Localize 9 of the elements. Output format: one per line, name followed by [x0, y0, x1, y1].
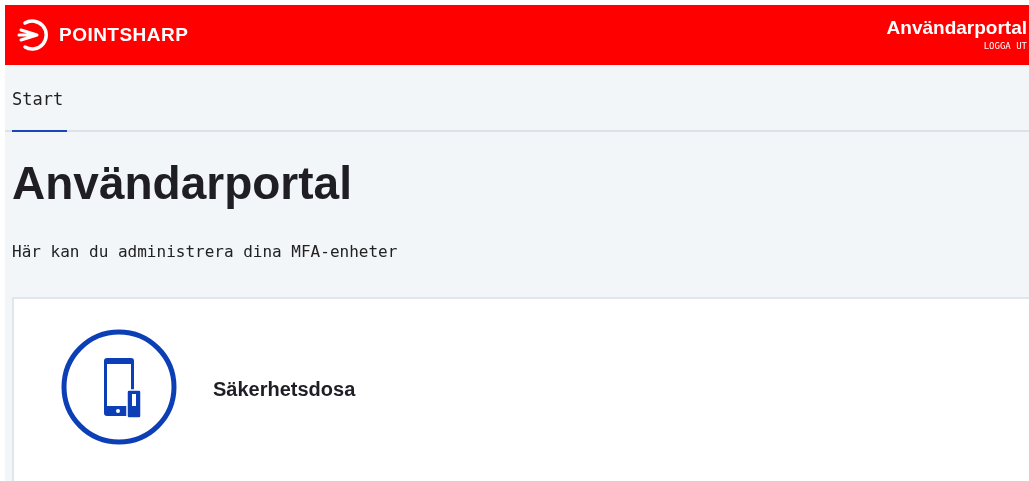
portal-title: Användarportal: [886, 16, 1027, 41]
phone-icon: [60, 328, 178, 446]
logout-link[interactable]: LOGGA UT: [983, 40, 1027, 54]
card-title: Säkerhetsdosa: [213, 377, 356, 402]
device-card[interactable]: Säkerhetsdosa: [12, 297, 1029, 481]
page-description: Här kan du administrera dina MFA-enheter: [11, 241, 399, 263]
nav-tab[interactable]: Start: [12, 86, 67, 132]
logo-icon: [15, 18, 49, 52]
brand-name: POINTSHARP: [59, 22, 189, 47]
